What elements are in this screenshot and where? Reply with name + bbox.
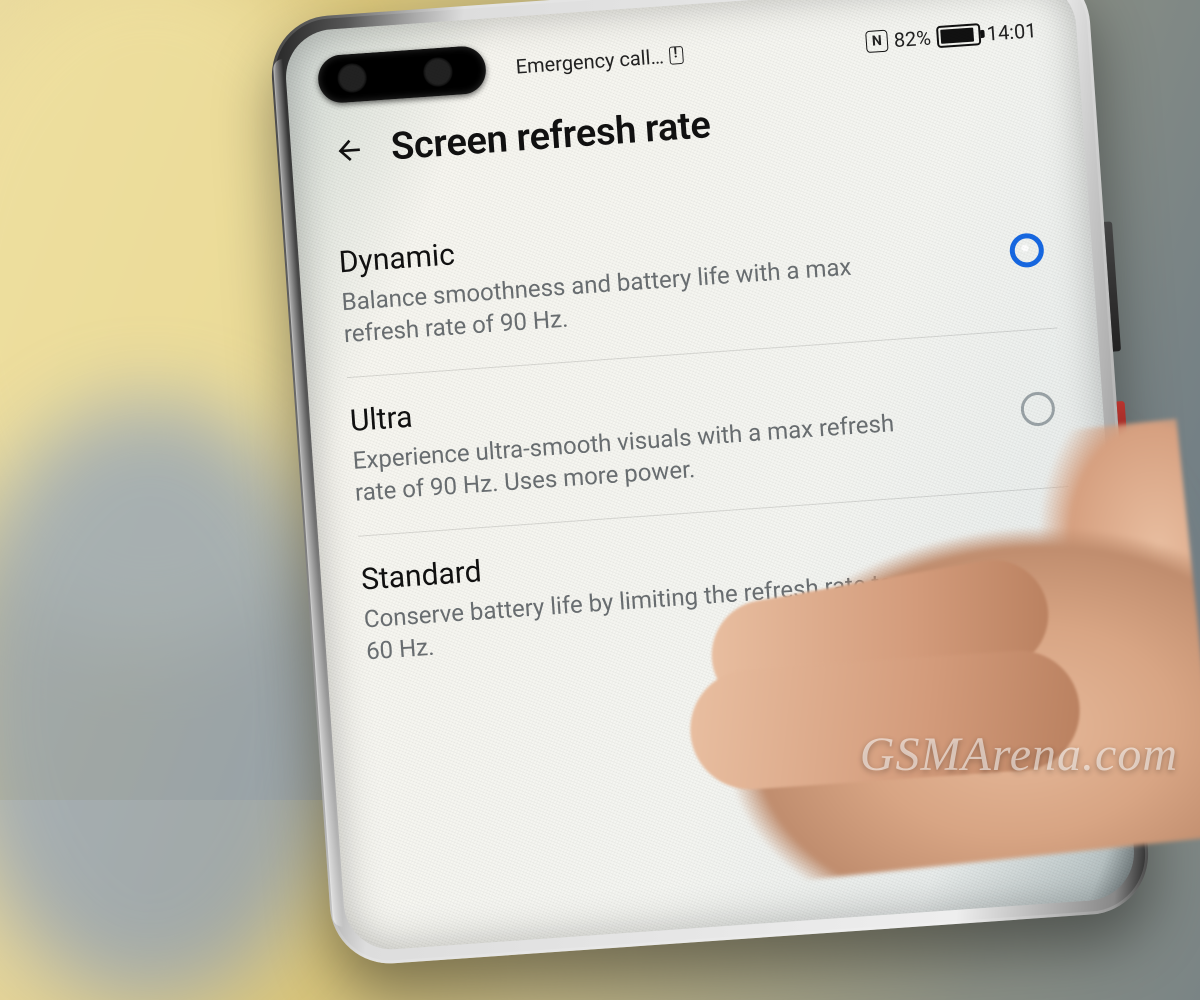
- nfc-icon: N: [865, 30, 888, 53]
- watermark: GSMArena.com: [860, 727, 1178, 782]
- radio-unselected-icon[interactable]: [1020, 391, 1056, 427]
- sim-alert-icon: [669, 46, 684, 65]
- clock: 14:01: [986, 18, 1037, 45]
- back-button[interactable]: [330, 131, 368, 169]
- arrow-left-icon: [332, 133, 366, 167]
- battery-icon: [936, 23, 981, 48]
- carrier-text: Emergency call…: [515, 44, 665, 78]
- radio-selected-icon[interactable]: [1009, 232, 1045, 268]
- battery-percent: 82%: [893, 26, 932, 53]
- page-title: Screen refresh rate: [390, 103, 712, 169]
- volume-button: [1104, 221, 1121, 351]
